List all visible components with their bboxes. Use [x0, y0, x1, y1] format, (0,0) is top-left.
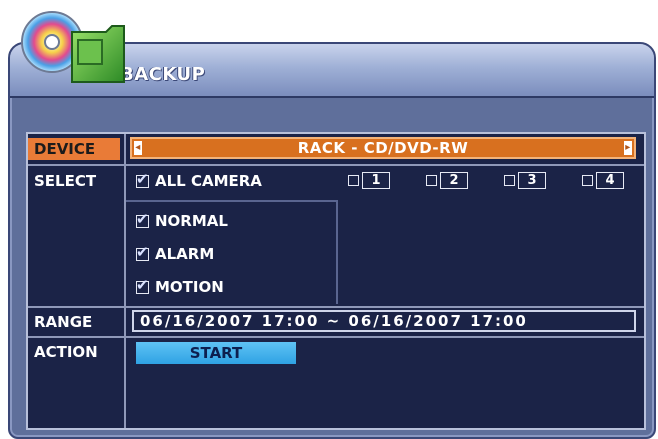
camera-3-label: 3	[518, 172, 546, 189]
check-icon: ✔	[136, 169, 149, 188]
select-label: SELECT	[34, 172, 97, 190]
camera-3-checkbox[interactable]: 3	[504, 172, 546, 189]
normal-checkbox[interactable]: ✔ NORMAL	[136, 209, 228, 230]
backup-panel: DEVICE ◂ RACK - CD/DVD-RW ▸ SELECT ✔ ALL…	[26, 132, 646, 430]
checkbox-box	[504, 175, 515, 186]
subgroup-top-border	[126, 200, 338, 202]
range-label: RANGE	[34, 313, 93, 331]
right-arrow-icon[interactable]: ▸	[624, 141, 632, 155]
checkbox-box	[426, 175, 437, 186]
all-camera-checkbox[interactable]: ✔ ALL CAMERA	[136, 169, 262, 190]
backup-logo-icon	[21, 11, 125, 83]
device-label: DEVICE	[28, 138, 120, 160]
camera-2-label: 2	[440, 172, 468, 189]
checkbox-box	[582, 175, 593, 186]
camera-1-checkbox[interactable]: 1	[348, 172, 390, 189]
check-icon: ✔	[136, 209, 149, 228]
alarm-checkbox[interactable]: ✔ ALARM	[136, 242, 215, 263]
camera-4-label: 4	[596, 172, 624, 189]
all-camera-label: ALL CAMERA	[155, 172, 262, 190]
camera-1-label: 1	[362, 172, 390, 189]
row-divider	[28, 306, 644, 308]
row-divider	[28, 164, 644, 166]
row-divider	[28, 336, 644, 338]
column-divider	[124, 134, 126, 428]
device-value: RACK - CD/DVD-RW	[297, 139, 469, 157]
range-input[interactable]: 06/16/2007 17:00 ~ 06/16/2007 17:00	[132, 310, 636, 332]
motion-label: MOTION	[155, 278, 224, 296]
camera-4-checkbox[interactable]: 4	[582, 172, 624, 189]
left-arrow-icon[interactable]: ◂	[134, 141, 142, 155]
normal-label: NORMAL	[155, 212, 228, 230]
start-button[interactable]: START	[136, 342, 296, 364]
action-label: ACTION	[34, 343, 98, 361]
check-icon: ✔	[136, 242, 149, 261]
device-dropdown[interactable]: ◂ RACK - CD/DVD-RW ▸	[130, 137, 636, 159]
checkbox-box	[348, 175, 359, 186]
camera-2-checkbox[interactable]: 2	[426, 172, 468, 189]
motion-checkbox[interactable]: ✔ MOTION	[136, 275, 224, 296]
check-icon: ✔	[136, 275, 149, 294]
alarm-label: ALARM	[155, 245, 215, 263]
backup-window: BACKUP DEVICE ◂ RACK - CD/DVD-RW ▸ SELEC…	[8, 42, 656, 439]
